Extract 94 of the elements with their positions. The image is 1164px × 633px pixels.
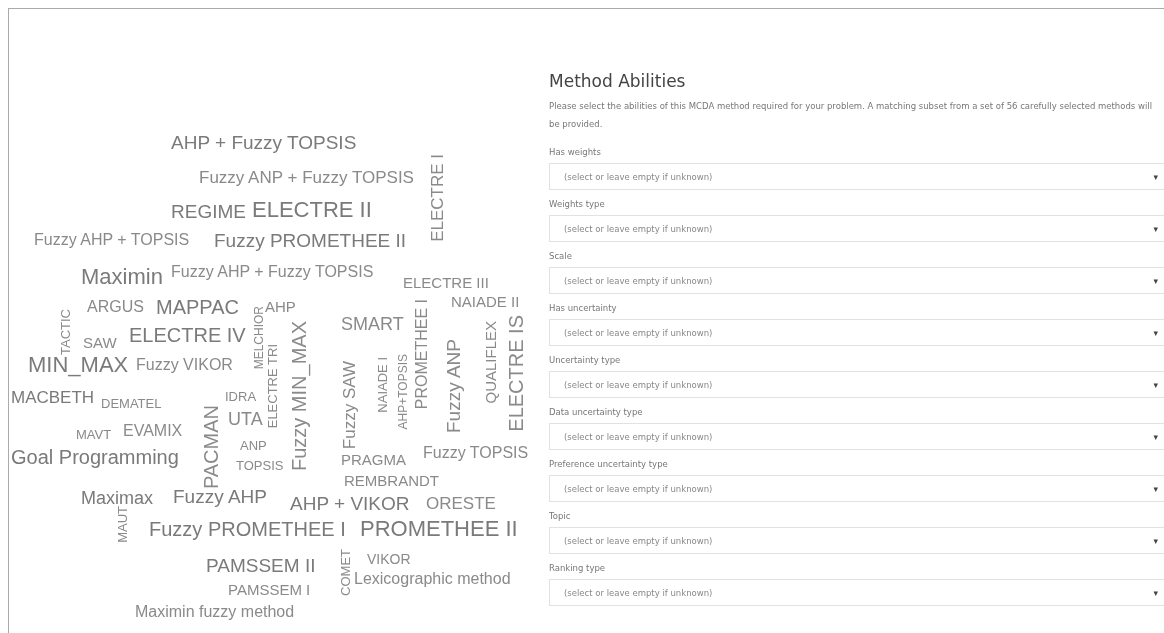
description: Please select the abilities of this MCDA method required for your problem. A matching subset from a set of 56 carefully selected methods will be provided. <box>549 100 1154 131</box>
placeholder-text: (select or leave empty if unknown) <box>564 431 713 442</box>
select-field[interactable]: (select or leave empty if unknown) ▾ <box>549 215 1164 242</box>
cloud-word: Fuzzy ANP + Fuzzy TOPSIS <box>199 169 414 186</box>
dropdown-arrow: ▾ <box>1153 275 1158 286</box>
cloud-word: ORESTE <box>426 495 496 512</box>
cloud-word: PACMAN <box>201 405 221 490</box>
cloud-word: AHP + Fuzzy TOPSIS <box>171 133 357 152</box>
cloud-word: SMART <box>341 315 404 333</box>
dropdown-arrow: ▾ <box>1153 431 1158 442</box>
cloud-word: Maximin fuzzy method <box>135 604 295 620</box>
cloud-word: REGIME <box>171 202 246 221</box>
cloud-word: COMET <box>339 549 352 596</box>
cloud-word: Fuzzy AHP + TOPSIS <box>34 232 190 248</box>
cloud-word: ELECTRE I <box>429 154 446 242</box>
cloud-word: PROMETHEE II <box>360 518 518 540</box>
cloud-word: MAPPAC <box>156 297 239 317</box>
cloud-word: MACBETH <box>11 389 95 406</box>
dropdown-arrow: ▾ <box>1153 483 1158 494</box>
field-label: Has uncertainty <box>549 303 618 313</box>
cloud-word: Fuzzy AHP <box>173 487 267 506</box>
field-label: Topic <box>549 511 572 521</box>
cloud-word: PAMSSEM I <box>228 582 311 597</box>
cloud-word: MELCHIOR <box>253 306 265 370</box>
cloud-word: Fuzzy AHP + Fuzzy TOPSIS <box>171 264 374 280</box>
cloud-word: ELECTRE IV <box>129 325 246 345</box>
placeholder-text: (select or leave empty if unknown) <box>564 483 713 494</box>
dropdown-arrow: ▾ <box>1153 587 1158 598</box>
cloud-word: AHP <box>265 299 296 314</box>
cloud-word: QUALIFLEX <box>483 321 498 404</box>
cloud-word: Goal Programming <box>11 447 179 467</box>
cloud-word: MAVT <box>76 428 112 441</box>
cloud-word: DEMATEL <box>101 397 162 410</box>
select-field[interactable]: (select or leave empty if unknown) ▾ <box>549 371 1164 398</box>
select-field[interactable]: (select or leave empty if unknown) ▾ <box>549 527 1164 554</box>
field-label: Ranking type <box>549 563 607 573</box>
placeholder-text: (select or leave empty if unknown) <box>564 535 713 546</box>
cloud-word: TOPSIS <box>236 459 284 472</box>
cloud-word: MAUT <box>116 506 129 543</box>
select-field[interactable]: (select or leave empty if unknown) ▾ <box>549 319 1164 346</box>
select-field[interactable]: (select or leave empty if unknown) ▾ <box>549 579 1164 606</box>
dropdown-arrow: ▾ <box>1153 535 1158 546</box>
field-label: Preference uncertainty type <box>549 459 669 469</box>
cloud-word: NAIADE II <box>451 294 520 309</box>
cloud-word: SAW <box>83 335 117 350</box>
field-label: Scale <box>549 251 573 261</box>
cloud-word: EVAMIX <box>123 423 183 439</box>
placeholder-text: (select or leave empty if unknown) <box>564 275 713 286</box>
field-label: Has weights <box>549 147 602 157</box>
field-label: Weights type <box>549 199 606 209</box>
dropdown-arrow: ▾ <box>1153 171 1158 182</box>
cloud-word: TACTIC <box>59 309 72 355</box>
cloud-word: ELECTRE TRI <box>266 344 279 429</box>
field-label: Data uncertainty type <box>549 407 644 417</box>
placeholder-text: (select or leave empty if unknown) <box>564 327 713 338</box>
cloud-word: ANP <box>240 439 267 452</box>
cloud-word: Fuzzy SAW <box>341 361 358 450</box>
placeholder-text: (select or leave empty if unknown) <box>564 223 713 234</box>
cloud-word: Maximin <box>81 266 163 288</box>
cloud-word: IDRA <box>225 390 257 403</box>
cloud-word: Fuzzy TOPSIS <box>423 445 529 461</box>
dropdown-arrow: ▾ <box>1153 327 1158 338</box>
cloud-word: VIKOR <box>367 552 411 566</box>
cloud-word: REMBRANDT <box>344 473 439 488</box>
cloud-word: Fuzzy ANP <box>444 339 463 433</box>
cloud-word: Maximax <box>81 489 153 507</box>
cloud-word: PRAGMA <box>341 452 406 467</box>
cloud-word: Fuzzy PROMETHEE II <box>214 231 407 250</box>
placeholder-text: (select or leave empty if unknown) <box>564 171 713 182</box>
cloud-word: Fuzzy VIKOR <box>136 357 233 373</box>
cloud-word: AHP+TOPSIS <box>397 354 409 430</box>
cloud-word: ARGUS <box>87 299 144 315</box>
cloud-word: ELECTRE III <box>403 275 489 290</box>
select-field[interactable]: (select or leave empty if unknown) ▾ <box>549 423 1164 450</box>
cloud-word: MIN_MAX <box>28 354 129 376</box>
cloud-word: UTA <box>228 410 263 428</box>
cloud-word: AHP + VIKOR <box>290 494 410 513</box>
cloud-word: Lexicographic method <box>354 571 511 587</box>
cloud-word: PAMSSEM II <box>206 556 316 575</box>
select-field[interactable]: (select or leave empty if unknown) ▾ <box>549 267 1164 294</box>
select-field[interactable]: (select or leave empty if unknown) ▾ <box>549 163 1164 190</box>
cloud-word: NAIADE I <box>376 357 389 413</box>
cloud-word: ELECTRE II <box>252 199 372 221</box>
placeholder-text: (select or leave empty if unknown) <box>564 379 713 390</box>
cloud-word: ELECTRE IS <box>506 315 526 432</box>
placeholder-text: (select or leave empty if unknown) <box>564 587 713 598</box>
cloud-word: Fuzzy MIN_MAX <box>289 321 309 472</box>
section-title: Method Abilities <box>549 71 687 91</box>
cloud-word: PROMETHEE I <box>414 299 430 410</box>
dropdown-arrow: ▾ <box>1153 379 1158 390</box>
field-label: Uncertainty type <box>549 355 622 365</box>
cloud-word: Fuzzy PROMETHEE I <box>149 519 346 539</box>
select-field[interactable]: (select or leave empty if unknown) ▾ <box>549 475 1164 502</box>
dropdown-arrow: ▾ <box>1153 223 1158 234</box>
